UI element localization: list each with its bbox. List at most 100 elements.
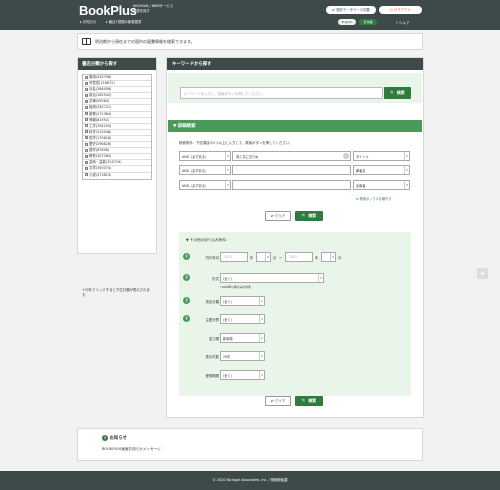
chevron-down-icon: ▾ [404, 181, 409, 189]
logout-button[interactable]: ⏻ ログアウト [379, 6, 422, 14]
pub-from-month[interactable]: ▾ [256, 252, 271, 262]
intro-text: 明治期から現在までの国内の図書情報を検索できます。 [95, 39, 195, 44]
category-label: 情報(81592) [89, 117, 110, 122]
expand-icon[interactable]: + [85, 93, 88, 97]
expand-icon[interactable]: + [85, 154, 88, 158]
value-input-3[interactable] [232, 180, 351, 190]
expand-icon[interactable]: + [85, 142, 88, 146]
form-note: *1988年以降のみの対象 [220, 285, 251, 289]
chevron-down-icon: ▾ [225, 166, 230, 174]
scroll-up-button[interactable]: ▲ [477, 268, 488, 279]
keyword-title: キーワードから探す [167, 58, 423, 70]
clear-icon[interactable]: × [343, 153, 349, 159]
logo-tagline: NICHIGAI / WEBサービス 図書を探す [133, 4, 173, 13]
category-label: 文学(350074) [89, 166, 112, 171]
form-select[interactable]: (全て) ▾ [220, 273, 324, 283]
op-value: AND（必ずある） [182, 169, 209, 173]
range-tilde: 〜 [279, 256, 283, 260]
period-label: 登録期間 [205, 374, 219, 378]
expand-icon[interactable]: + [85, 166, 88, 170]
contract-switch-button[interactable]: ⇄ 契約データベース切替 [326, 6, 376, 14]
advanced-instruction: 検索条件：下記項目の1つ以上に入力して、検索ボタンを押してください。 [179, 141, 293, 145]
help-icon[interactable]: ? [183, 274, 190, 281]
category-label: 教育(207265) [89, 154, 112, 159]
category-label: 社会(286456) [89, 87, 112, 92]
month-unit-2: 月 [338, 256, 342, 260]
expand-icon[interactable]: + [85, 87, 88, 91]
field-value: 出版者 [356, 184, 366, 188]
pub-to-month[interactable]: ▾ [321, 252, 336, 262]
year-unit: 年 [250, 256, 254, 260]
chevron-down-icon: ▾ [404, 166, 409, 174]
shop-select[interactable]: (全て) ▾ [220, 296, 265, 306]
search-icon: 🔍 [301, 213, 307, 218]
info-icon: i [102, 435, 108, 441]
value-input-2[interactable] [232, 165, 351, 175]
nav-notice-label: お知らせ [82, 20, 97, 24]
expand-icon[interactable]: + [85, 75, 88, 79]
expand-icon[interactable]: + [85, 160, 88, 164]
help-icon[interactable]: ? [183, 297, 190, 304]
pub-from-year[interactable]: 2001 [220, 252, 248, 262]
subject-label: 主題分野 [205, 318, 219, 322]
filter-panel: ▼ その他の絞り込み条件： ? 刊行年月 2001 年 ▾ 月 〜 2002 年… [179, 232, 411, 396]
expand-icon[interactable]: + [85, 81, 88, 85]
expand-icon[interactable]: + [85, 99, 88, 103]
footer: © 2020 Nichigai Associates, Inc. / 禁無断転載 [0, 471, 500, 490]
chevron-down-icon: ▾ [259, 315, 264, 323]
filter-search-button[interactable]: 🔍 検索 [295, 396, 323, 406]
help-icon[interactable]: ? [183, 315, 190, 322]
category-label: 産業(271364) [89, 111, 112, 116]
expand-icon[interactable]: + [85, 124, 88, 128]
expand-icon[interactable]: + [85, 148, 88, 152]
keyword-search-button[interactable]: 🔍 検索 [384, 87, 411, 99]
chevron-down-icon: ▾ [259, 334, 264, 342]
field-select-3[interactable]: 出版者 ▾ [353, 180, 410, 190]
add-search-box-link[interactable]: ⊕ 検索ボックスを増やす [356, 196, 391, 201]
nav-recent[interactable]: ▸ 最近1週間の新着図書 [106, 19, 141, 24]
value-input-1[interactable]: 風と共に去りぬ × [232, 151, 351, 161]
form-value: (全て) [223, 277, 232, 281]
field-select-2[interactable]: 著者名 ▾ [353, 165, 410, 175]
keyword-input[interactable]: キーワードを入力し、検索ボタンを押してください。 [180, 87, 383, 99]
header: BookPlus NICHIGAI / WEBサービス 図書を探す ⇄ 契約デー… [0, 0, 500, 30]
subject-select[interactable]: (全て) ▾ [220, 314, 265, 324]
search-icon: 🔍 [390, 90, 396, 95]
period-select[interactable]: (全て) ▾ [220, 370, 265, 380]
chevron-down-icon: ▾ [225, 152, 230, 160]
advanced-clear-button[interactable]: ⇄ クリア [265, 211, 291, 221]
expand-icon[interactable]: + [85, 112, 88, 116]
filter-clear-button[interactable]: ⇄ クリア [265, 396, 291, 406]
logo[interactable]: BookPlus [79, 3, 137, 18]
category-label: 児童書(116872) [89, 81, 115, 86]
field-select-1[interactable]: タイトル ▾ [353, 151, 410, 161]
op-select-3[interactable]: AND（必ずある） ▾ [179, 180, 231, 190]
nav-notice[interactable]: ▸ お知らせ [80, 19, 96, 24]
advanced-search-label: 検索 [308, 213, 317, 218]
expand-icon[interactable]: + [85, 130, 88, 134]
pub-to-year[interactable]: 2002 [285, 252, 313, 262]
advanced-title[interactable]: ▼ 詳細検索 [168, 120, 422, 132]
chevron-down-icon: ▾ [330, 253, 335, 261]
count-label: 表示件数 [205, 355, 219, 359]
lang-english-button[interactable]: English [338, 19, 356, 25]
help-link[interactable]: ? ヘルプ [396, 20, 409, 25]
expand-icon[interactable]: + [85, 118, 88, 122]
help-icon[interactable]: ? [183, 253, 190, 260]
value-text: 風と共に去りぬ [236, 155, 259, 159]
category-item[interactable]: +小説(373813) [83, 173, 151, 179]
notice-message: BOOKPLUS画面お知らせメッセージ [102, 447, 161, 451]
pub-to-year-text: 2002 [289, 255, 298, 259]
expand-icon[interactable]: + [85, 136, 88, 140]
op-select-1[interactable]: AND（必ずある） ▾ [179, 151, 231, 161]
order-select[interactable]: 新着順 ▾ [220, 333, 265, 343]
filter-search-label: 検索 [308, 398, 317, 403]
category-label: 工学(294254) [89, 123, 112, 128]
expand-icon[interactable]: + [85, 173, 88, 176]
chevron-down-icon: ▾ [259, 371, 264, 379]
advanced-search-button[interactable]: 🔍 検索 [295, 211, 323, 221]
expand-icon[interactable]: + [85, 105, 88, 109]
op-select-2[interactable]: AND（必ずある） ▾ [179, 165, 231, 175]
lang-japanese-button[interactable]: 日本語 [359, 19, 377, 25]
count-select[interactable]: 20件 ▾ [220, 351, 265, 361]
